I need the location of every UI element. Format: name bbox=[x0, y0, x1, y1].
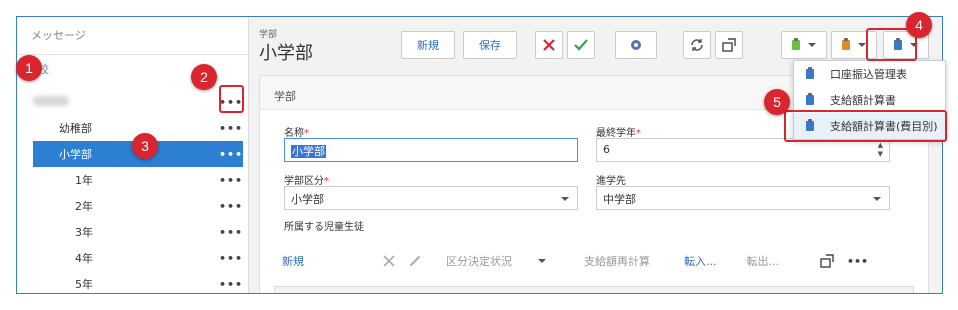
link-icon[interactable] bbox=[408, 254, 422, 268]
next-value: 中学部 bbox=[603, 193, 636, 206]
highlight-box-menu-item bbox=[784, 110, 947, 142]
clipboard-icon bbox=[806, 93, 814, 105]
app-window: メッセージ 学校 ••• 幼稚部 ••• 小学部 ••• 1年 ••• 2年 •… bbox=[16, 16, 943, 294]
callout-1: 1 bbox=[16, 55, 42, 81]
final-grade-value: 6 bbox=[603, 143, 610, 156]
next-select[interactable]: 中学部 bbox=[596, 186, 890, 210]
decision-status-button[interactable]: 区分決定状況 bbox=[446, 253, 512, 269]
grid-new-button[interactable]: 新規 bbox=[282, 253, 304, 269]
sidebar-messages[interactable]: メッセージ bbox=[17, 27, 248, 55]
cancel-button[interactable] bbox=[535, 31, 563, 59]
chevron-down-icon bbox=[873, 197, 881, 201]
sidebar-item-label: 5年 bbox=[75, 278, 93, 291]
sidebar-item-grade3[interactable]: 3年 ••• bbox=[33, 219, 243, 245]
root-label bbox=[33, 95, 219, 109]
menu-item-transfer-table[interactable]: 口座振込管理表 bbox=[794, 61, 945, 87]
name-field[interactable]: 小学部 bbox=[284, 138, 578, 162]
more-icon[interactable]: ••• bbox=[219, 226, 243, 239]
report-dropdown-green[interactable] bbox=[781, 31, 827, 59]
sidebar-item-label: 2年 bbox=[75, 200, 93, 213]
chevron-down-icon bbox=[561, 197, 569, 201]
more-icon[interactable]: ••• bbox=[219, 122, 243, 135]
sidebar-item-grade5[interactable]: 5年 ••• bbox=[33, 271, 243, 293]
clipboard-icon bbox=[842, 38, 850, 50]
refresh-button[interactable] bbox=[683, 31, 711, 59]
callout-3: 3 bbox=[132, 133, 158, 159]
chevron-down-icon bbox=[808, 43, 816, 47]
sidebar-item-label: 4年 bbox=[75, 252, 93, 265]
sidebar-item-grade1[interactable]: 1年 ••• bbox=[33, 167, 243, 193]
grid-toolbar: 新規 区分決定状況 支給額再計算 転入... 転出... ••• bbox=[274, 246, 868, 276]
callout-4: 4 bbox=[906, 12, 932, 38]
menu-item-label: 支給額計算書 bbox=[830, 94, 896, 107]
more-icon[interactable]: ••• bbox=[219, 200, 243, 213]
info-icon bbox=[631, 40, 641, 50]
blurred-name bbox=[33, 95, 69, 106]
page-title: 小学部 bbox=[259, 43, 313, 64]
recalc-button[interactable]: 支給額再計算 bbox=[584, 253, 650, 269]
division-value: 小学部 bbox=[291, 193, 324, 206]
close-icon bbox=[543, 39, 555, 51]
main-area: 学部 小学部 新規 保存 学部 名称* 小学部 最終学年* 6 ▲ ▼ 学部区分… bbox=[249, 17, 942, 293]
final-grade-label: 最終学年* bbox=[596, 124, 641, 139]
messages-label: メッセージ bbox=[31, 29, 86, 42]
save-button[interactable]: 保存 bbox=[463, 31, 517, 59]
sidebar-item-label: 3年 bbox=[75, 226, 93, 239]
spinner-icon[interactable]: ▲ ▼ bbox=[878, 141, 883, 159]
grid-more-icon[interactable]: ••• bbox=[847, 255, 868, 268]
grid-header bbox=[274, 286, 914, 293]
clipboard-icon bbox=[792, 38, 800, 50]
highlight-box-more bbox=[219, 85, 244, 113]
sidebar-item-grade2[interactable]: 2年 ••• bbox=[33, 193, 243, 219]
more-icon[interactable]: ••• bbox=[219, 252, 243, 265]
chevron-down-icon bbox=[858, 43, 866, 47]
sidebar: メッセージ 学校 ••• 幼稚部 ••• 小学部 ••• 1年 ••• 2年 •… bbox=[17, 17, 249, 293]
more-icon[interactable]: ••• bbox=[219, 278, 243, 291]
new-button[interactable]: 新規 bbox=[401, 31, 455, 59]
division-select[interactable]: 小学部 bbox=[284, 186, 578, 210]
name-label: 名称* bbox=[284, 124, 309, 139]
chevron-down-icon[interactable] bbox=[538, 259, 546, 263]
division-label: 学部区分* bbox=[284, 172, 329, 187]
students-label: 所属する児童生徒 bbox=[284, 222, 364, 233]
sidebar-item-grade4[interactable]: 4年 ••• bbox=[33, 245, 243, 271]
delete-icon[interactable] bbox=[382, 254, 396, 268]
check-icon bbox=[574, 39, 588, 51]
menu-item-label: 口座振込管理表 bbox=[830, 68, 907, 81]
confirm-button[interactable] bbox=[567, 31, 595, 59]
transfer-in-button[interactable]: 転入... bbox=[684, 253, 717, 269]
clipboard-icon bbox=[806, 67, 814, 79]
sidebar-item-root[interactable]: ••• bbox=[33, 89, 243, 115]
name-value: 小学部 bbox=[291, 145, 326, 158]
refresh-icon bbox=[691, 39, 703, 51]
transfer-out-button[interactable]: 転出... bbox=[747, 253, 780, 269]
popout-icon bbox=[722, 38, 736, 52]
popout-button[interactable] bbox=[715, 31, 743, 59]
more-icon[interactable]: ••• bbox=[219, 148, 243, 161]
more-icon[interactable]: ••• bbox=[219, 174, 243, 187]
popout-icon[interactable] bbox=[819, 253, 835, 269]
callout-2: 2 bbox=[191, 64, 217, 90]
callout-5: 5 bbox=[764, 89, 790, 115]
help-button[interactable] bbox=[615, 31, 657, 59]
sidebar-item-label: 1年 bbox=[75, 174, 93, 187]
next-label: 進学先 bbox=[596, 176, 626, 187]
